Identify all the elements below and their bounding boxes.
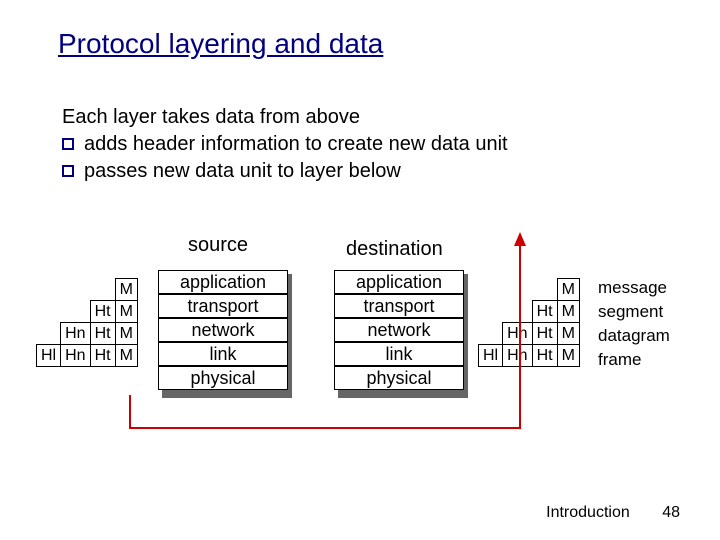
intro-bullet-2: passes new data unit to layer below <box>62 158 508 185</box>
hdr-Hn: Hn <box>61 345 90 367</box>
intro-bullet-1: adds header information to create new da… <box>62 131 508 158</box>
layer-application: application <box>334 270 464 294</box>
layer-link: link <box>334 342 464 366</box>
layer-transport: transport <box>334 294 464 318</box>
square-bullet-icon <box>62 138 74 150</box>
layer-transport: transport <box>158 294 288 318</box>
destination-headers-table: M Ht M Hn Ht M Hl Hn Ht M <box>478 278 580 367</box>
hdr-Hn: Hn <box>503 323 532 345</box>
hdr-M: M <box>557 345 579 367</box>
footer-section: Introduction <box>546 504 630 521</box>
pdu-message: message <box>598 276 670 300</box>
source-stack: application transport network link physi… <box>162 274 292 398</box>
hdr-Ht: Ht <box>90 323 115 345</box>
hdr-M: M <box>115 323 137 345</box>
layer-physical: physical <box>158 366 288 390</box>
destination-stack: application transport network link physi… <box>338 274 468 398</box>
source-label: source <box>188 234 248 257</box>
hdr-M: M <box>557 279 579 301</box>
hdr-Ht: Ht <box>90 345 115 367</box>
pdu-datagram: datagram <box>598 324 670 348</box>
destination-label: destination <box>346 238 443 261</box>
hdr-M: M <box>115 279 137 301</box>
square-bullet-icon <box>62 165 74 177</box>
hdr-Ht: Ht <box>532 301 557 323</box>
hdr-Hl: Hl <box>37 345 61 367</box>
footer-page-number: 48 <box>662 504 680 521</box>
pdu-frame: frame <box>598 348 670 372</box>
hdr-Hn: Hn <box>503 345 532 367</box>
layer-link: link <box>158 342 288 366</box>
hdr-M: M <box>557 323 579 345</box>
hdr-Ht: Ht <box>532 323 557 345</box>
hdr-Hn: Hn <box>61 323 90 345</box>
layer-physical: physical <box>334 366 464 390</box>
layer-network: network <box>158 318 288 342</box>
pdu-segment: segment <box>598 300 670 324</box>
hdr-Ht: Ht <box>90 301 115 323</box>
layer-application: application <box>158 270 288 294</box>
intro-line: Each layer takes data from above <box>62 104 508 131</box>
hdr-M: M <box>115 345 137 367</box>
slide-title: Protocol layering and data <box>58 28 383 60</box>
source-headers-table: M Ht M Hn Ht M Hl Hn Ht M <box>36 278 138 367</box>
hdr-Ht: Ht <box>532 345 557 367</box>
intro-bullet-1-text: adds header information to create new da… <box>84 131 508 158</box>
pdu-labels: message segment datagram frame <box>598 276 670 372</box>
layer-network: network <box>334 318 464 342</box>
intro-block: Each layer takes data from above adds he… <box>62 104 508 185</box>
slide-footer: Introduction 48 <box>546 504 680 522</box>
intro-bullet-2-text: passes new data unit to layer below <box>84 158 401 185</box>
hdr-M: M <box>115 301 137 323</box>
hdr-Hl: Hl <box>479 345 503 367</box>
hdr-M: M <box>557 301 579 323</box>
